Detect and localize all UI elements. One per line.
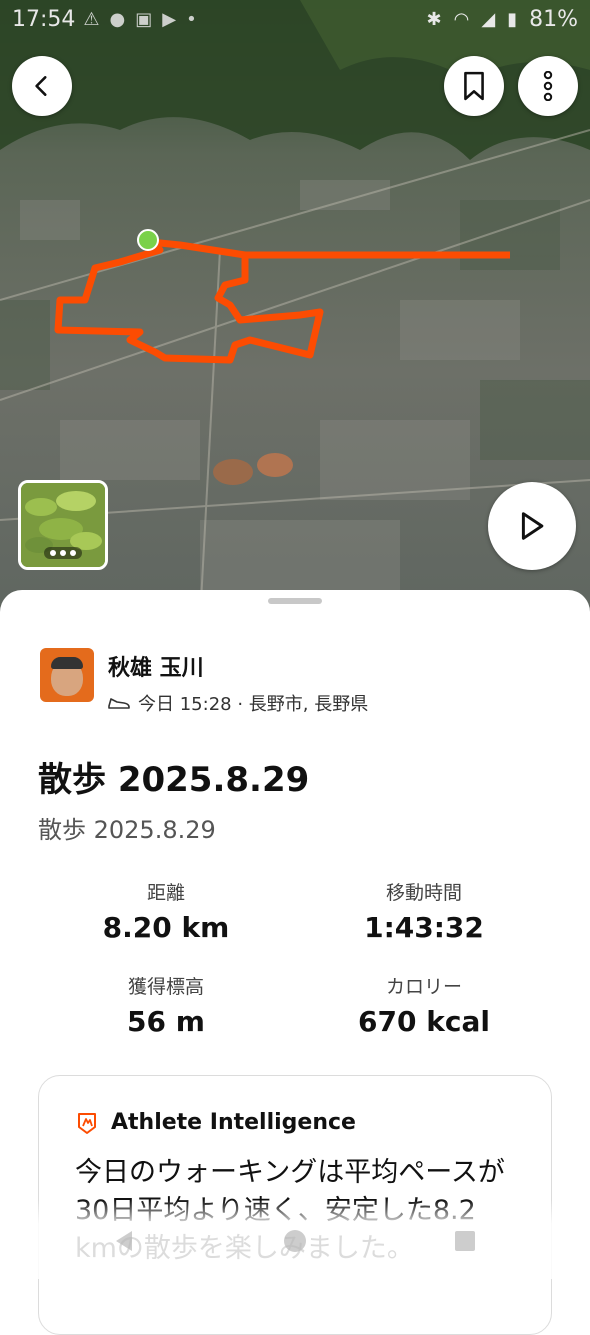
shoe-icon xyxy=(108,698,130,709)
ai-label: Athlete Intelligence xyxy=(111,1110,356,1135)
activity-description: 散歩 2025.8.29 xyxy=(38,816,216,844)
stat-moving-time: 移動時間 1:43:32 xyxy=(304,878,544,944)
stat-label: 移動時間 xyxy=(385,882,462,904)
photo-thumbnail[interactable] xyxy=(18,480,108,570)
activity-sheet: 秋雄 玉川 今日 15:28 · 長野市, 長野県 散歩 2025.8.29 散… xyxy=(0,590,590,1335)
status-bar: 17:54 ⚠ ● ▣ ▶ • ✱ ◠ ◢ ▮ 81% xyxy=(0,0,590,38)
stat-value: 8.20 km xyxy=(102,911,230,944)
battery-icon: ▮ xyxy=(507,8,518,30)
stat-value: 1:43:32 xyxy=(364,911,484,944)
activity-title: 散歩 2025.8.29 xyxy=(38,760,310,800)
bookmark-icon xyxy=(464,71,484,101)
nav-back-icon[interactable] xyxy=(112,1228,138,1254)
stat-distance: 距離 8.20 km xyxy=(46,878,286,944)
more-vertical-icon xyxy=(543,71,553,101)
activity-meta: 今日 15:28 · 長野市, 長野県 xyxy=(108,690,368,716)
notification-icons: ⚠ ● ▣ ▶ • xyxy=(83,9,196,30)
athlete-name[interactable]: 秋雄 玉川 xyxy=(108,650,368,682)
system-nav-bar xyxy=(0,1200,590,1279)
start-marker xyxy=(137,229,159,251)
system-icons: ✱ ◠ ◢ ▮ 81% xyxy=(427,7,578,32)
route-map[interactable]: 17:54 ⚠ ● ▣ ▶ • ✱ ◠ ◢ ▮ 81% xyxy=(0,0,590,620)
sheet-drag-handle[interactable] xyxy=(268,598,322,604)
signal-icon: ◢ xyxy=(481,8,496,30)
stadium-1 xyxy=(213,459,253,485)
wifi-icon: ◠ xyxy=(453,8,470,30)
more-options-button[interactable] xyxy=(518,56,578,116)
status-time: 17:54 xyxy=(12,6,76,32)
stat-label: カロリー xyxy=(385,976,462,998)
play-icon xyxy=(521,512,544,540)
app-icon: ● xyxy=(109,8,126,30)
youtube-icon: ▶ xyxy=(162,8,177,30)
stadium-2 xyxy=(257,453,293,477)
ai-header: Athlete Intelligence xyxy=(75,1110,356,1135)
nav-home-icon[interactable] xyxy=(282,1228,308,1254)
bluetooth-icon: ✱ xyxy=(426,8,442,30)
stat-value: 56 m xyxy=(127,1005,205,1038)
avatar[interactable] xyxy=(40,648,94,702)
play-flyover-button[interactable] xyxy=(488,482,576,570)
athlete-intelligence-icon xyxy=(78,1112,96,1134)
stat-value: 670 kcal xyxy=(358,1005,490,1038)
stat-calories: カロリー 670 kcal xyxy=(304,972,544,1038)
athlete-header[interactable]: 秋雄 玉川 今日 15:28 · 長野市, 長野県 xyxy=(40,648,368,716)
chevron-left-icon xyxy=(35,76,47,96)
warning-icon: ⚠ xyxy=(83,8,100,30)
carousel-dots xyxy=(44,547,82,559)
stat-label: 距離 xyxy=(146,882,185,904)
stat-elevation-gain: 獲得標高 56 m xyxy=(46,972,286,1038)
activity-time-location: 今日 15:28 · 長野市, 長野県 xyxy=(138,694,369,715)
battery-level: 81% xyxy=(529,6,578,32)
dot-icon: • xyxy=(186,8,197,30)
bookmark-button[interactable] xyxy=(444,56,504,116)
stat-label: 獲得標高 xyxy=(127,976,204,998)
nav-recents-icon[interactable] xyxy=(452,1228,478,1254)
photo-icon: ▣ xyxy=(135,8,153,30)
back-button[interactable] xyxy=(12,56,72,116)
